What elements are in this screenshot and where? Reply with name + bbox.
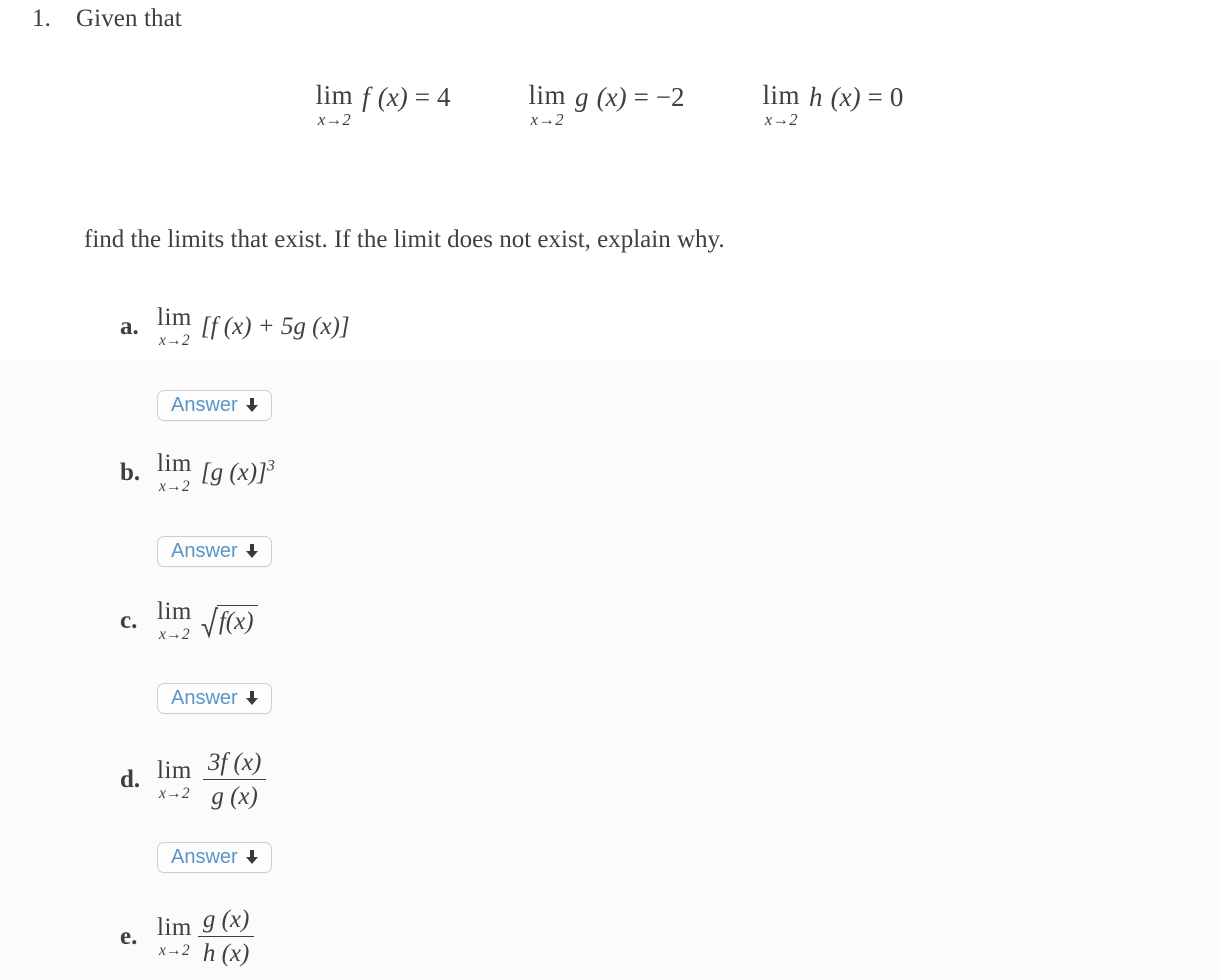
radical-sign-icon <box>201 606 218 638</box>
limit-operator: lim x→2 <box>157 758 192 802</box>
part-letter: b. <box>120 459 141 486</box>
part-exponent: 3 <box>266 457 275 475</box>
problem-heading: 1. Given that <box>32 5 182 33</box>
given-limit-f: lim x→2 f (x) = 4 <box>316 82 451 129</box>
relation-symbol: = <box>633 82 649 112</box>
limit-operator: lim x→2 <box>157 451 192 495</box>
limit-op-label: lim <box>157 914 192 942</box>
fraction: 3f (x) g (x) <box>202 748 267 812</box>
limit-operator: lim x→2 <box>157 305 192 349</box>
square-root: f(x) <box>201 605 258 638</box>
limit-operator: lim x→2 <box>157 599 192 643</box>
function-name: h <box>809 82 823 112</box>
part-letter: a. <box>120 313 139 340</box>
limit-value: 4 <box>436 82 451 112</box>
fraction-numerator: 3f (x) <box>207 748 262 776</box>
function-argument: (x) <box>830 82 861 112</box>
part-d-expression: d. lim x→2 3f (x) g (x) <box>120 742 267 818</box>
limit-subscript: x→2 <box>159 785 190 803</box>
part-base: [g (x)] <box>200 459 267 486</box>
answer-button-label: Answer <box>171 845 238 868</box>
part-a: a. lim x→2 [f (x) + 5g (x)] <box>120 305 350 349</box>
limit-subscript: x→2 <box>317 110 351 129</box>
limit-value: −2 <box>655 82 685 112</box>
function-name: f <box>362 82 370 112</box>
limit-operator: lim x→2 <box>763 82 801 129</box>
limit-op-label: lim <box>157 757 192 785</box>
relation-symbol: = <box>414 82 430 112</box>
given-expression: f (x) = 4 <box>362 82 450 113</box>
limit-value: 0 <box>889 82 904 112</box>
part-letter: d. <box>120 766 141 793</box>
part-body: [f (x) + 5g (x)] <box>200 313 350 340</box>
fraction-numerator: g (x) <box>202 905 250 933</box>
limit-operator: lim x→2 <box>316 82 354 129</box>
down-arrow-icon <box>245 691 259 706</box>
given-limit-g: lim x→2 g (x) = −2 <box>528 82 684 129</box>
limit-subscript: x→2 <box>530 110 564 129</box>
fraction-denominator: g (x) <box>211 783 258 811</box>
limit-op-label: lim <box>762 80 801 110</box>
limit-op-label: lim <box>528 80 566 110</box>
part-e-expression: e. lim x→2 g (x) h (x) <box>120 899 255 975</box>
fraction: g (x) h (x) <box>197 905 255 969</box>
answer-button-c[interactable]: Answer <box>157 683 272 714</box>
function-argument: (x) <box>377 82 408 112</box>
part-b: b. lim x→2 [g (x)]3 <box>120 451 275 495</box>
limit-op-label: lim <box>157 598 192 626</box>
part-c: c. lim x→2 f(x) <box>120 599 258 643</box>
answer-button-b[interactable]: Answer <box>157 536 272 567</box>
part-d: d. lim x→2 3f (x) g (x) <box>120 742 267 818</box>
part-b-expression: b. lim x→2 [g (x)]3 <box>120 451 275 495</box>
limit-subscript: x→2 <box>159 626 190 644</box>
part-a-expression: a. lim x→2 [f (x) + 5g (x)] <box>120 305 350 349</box>
answer-button-d[interactable]: Answer <box>157 842 272 873</box>
limit-op-label: lim <box>315 80 354 110</box>
part-c-expression: c. lim x→2 f(x) <box>120 599 258 643</box>
part-e: e. lim x→2 g (x) h (x) <box>120 899 255 975</box>
limit-subscript: x→2 <box>159 942 190 960</box>
given-expression: h (x) = 0 <box>809 82 903 113</box>
function-argument: (x) <box>596 82 627 112</box>
limit-subscript: x→2 <box>159 478 190 496</box>
down-arrow-icon <box>245 850 259 865</box>
answer-button-label: Answer <box>171 686 238 709</box>
relation-symbol: = <box>867 82 883 112</box>
limit-subscript: x→2 <box>764 110 798 129</box>
worksheet-page: 1. Given that lim x→2 f(x)=4 lim x→2 <box>0 0 1219 980</box>
given-limit-h: lim x→2 h (x) = 0 <box>763 82 904 129</box>
down-arrow-icon <box>245 398 259 413</box>
given-limits-row: lim x→2 f(x)=4 lim x→2 g(x)=−2 lim <box>0 82 1219 129</box>
limit-operator: lim x→2 <box>157 915 192 959</box>
answer-button-label: Answer <box>171 539 238 562</box>
answer-button-label: Answer <box>171 393 238 416</box>
down-arrow-icon <box>245 544 259 559</box>
part-letter: e. <box>120 923 138 950</box>
radicand: f(x) <box>216 605 258 637</box>
limit-op-label: lim <box>157 450 192 478</box>
function-name: g <box>575 82 589 112</box>
limit-operator: lim x→2 <box>528 82 566 129</box>
limit-op-label: lim <box>157 304 192 332</box>
fraction-denominator: h (x) <box>202 940 250 968</box>
part-body: [g (x)]3 <box>200 457 275 487</box>
problem-stem: Given that <box>76 5 182 32</box>
given-expression: g (x) = −2 <box>575 82 685 113</box>
instruction-text: find the limits that exist. If the limit… <box>84 226 725 253</box>
part-letter: c. <box>120 607 138 634</box>
answer-button-a[interactable]: Answer <box>157 390 272 421</box>
problem-number: 1. <box>32 5 51 32</box>
limit-subscript: x→2 <box>159 332 190 350</box>
